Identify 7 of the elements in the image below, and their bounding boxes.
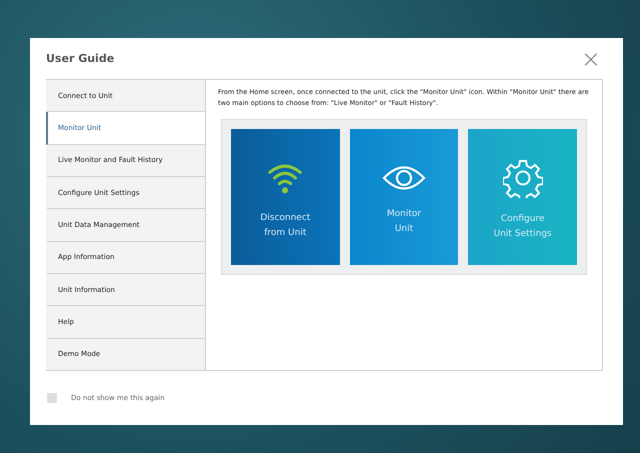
gear-icon: [502, 158, 543, 198]
dialog-title: User Guide: [46, 52, 114, 65]
tile-label: Monitor Unit: [386, 208, 422, 236]
tile-label: Disconnect from Unit: [260, 212, 310, 240]
close-button[interactable]: ×: [578, 46, 603, 70]
tile-label: Configure Unit Settings: [494, 213, 552, 241]
checkbox[interactable]: [47, 393, 57, 403]
